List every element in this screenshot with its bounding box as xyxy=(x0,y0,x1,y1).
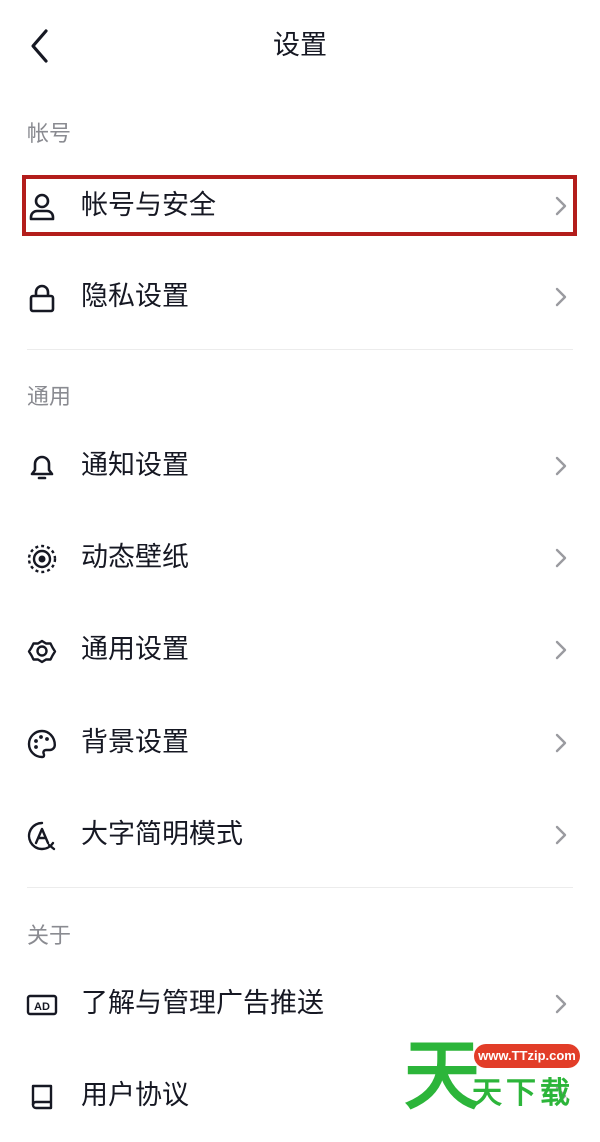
gear-icon xyxy=(27,639,57,664)
watermark-logo-char: 天 xyxy=(404,1031,480,1120)
lock-icon xyxy=(29,284,55,313)
section-label-about: 关于 xyxy=(27,924,72,949)
page-title: 设置 xyxy=(273,30,327,61)
header: 设置 xyxy=(0,0,600,92)
chevron-right-icon xyxy=(555,825,567,845)
divider xyxy=(27,887,573,888)
settings-item-general[interactable]: 通用设置 xyxy=(0,604,600,696)
watermark: 天 www.TTzip.com 天下载 xyxy=(404,1031,584,1120)
chevron-right-icon xyxy=(555,994,567,1014)
settings-item-notifications[interactable]: 通知设置 xyxy=(0,420,600,512)
book-icon xyxy=(31,1084,53,1110)
settings-item-live-wallpaper[interactable]: 动态壁纸 xyxy=(0,512,600,604)
svg-text:AD: AD xyxy=(34,1001,50,1013)
ad-icon: AD xyxy=(26,994,58,1016)
watermark-site: www.TTzip.com xyxy=(474,1044,580,1068)
settings-item-label: 了解与管理广告推送 xyxy=(81,988,324,1019)
chevron-right-icon xyxy=(555,733,567,753)
settings-item-label: 动态壁纸 xyxy=(81,542,189,573)
chevron-right-icon xyxy=(555,456,567,476)
settings-item-label: 隐私设置 xyxy=(81,281,189,312)
chevron-right-icon xyxy=(555,287,567,307)
settings-item-label: 大字简明模式 xyxy=(81,819,243,850)
highlight-box xyxy=(22,175,577,236)
live-wallpaper-icon xyxy=(27,544,57,574)
settings-item-privacy[interactable]: 隐私设置 xyxy=(0,251,600,343)
section-label-general: 通用 xyxy=(27,385,72,410)
settings-item-label: 用户协议 xyxy=(81,1080,189,1111)
bell-icon xyxy=(30,455,54,480)
settings-item-label: 通知设置 xyxy=(81,450,189,481)
section-label-account: 帐号 xyxy=(27,122,72,147)
chevron-right-icon xyxy=(555,640,567,660)
settings-item-label: 背景设置 xyxy=(81,727,189,758)
palette-icon xyxy=(27,729,56,759)
divider xyxy=(27,349,573,350)
settings-item-label: 通用设置 xyxy=(81,634,189,665)
watermark-text: 天下载 xyxy=(472,1076,574,1111)
chevron-right-icon xyxy=(555,548,567,568)
settings-item-large-font-mode[interactable]: 大字简明模式 xyxy=(0,789,600,881)
large-font-icon xyxy=(27,821,56,851)
settings-item-background[interactable]: 背景设置 xyxy=(0,697,600,789)
